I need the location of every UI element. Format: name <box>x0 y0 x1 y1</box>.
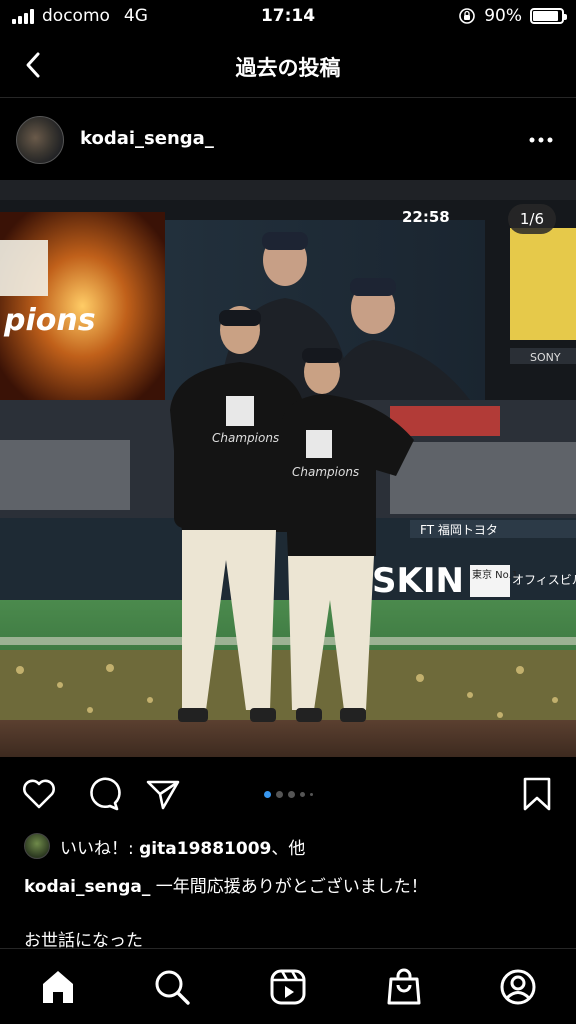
battery-percent: 90% <box>484 6 522 26</box>
post-username[interactable]: kodai_senga_ <box>80 128 214 149</box>
ellipsis-icon[interactable] <box>528 130 554 150</box>
page-title: 過去の投稿 <box>235 56 341 80</box>
post-photo[interactable]: pions 22:58 SONY FT 福岡トヨタ SKIN 東京 No.1 オ… <box>0 180 576 757</box>
svg-text:pions: pions <box>3 303 96 338</box>
likes-row[interactable]: いいね！: gita19881009、他 <box>24 830 305 862</box>
stadium-photo-image: pions 22:58 SONY FT 福岡トヨタ SKIN 東京 No.1 オ… <box>0 180 576 757</box>
carousel-dot <box>263 791 271 798</box>
post-header: kodai_senga_ <box>0 100 576 180</box>
caption-text: 一年間応援ありがとございました！ <box>150 877 428 897</box>
scoreboard-time: 22:58 <box>402 208 450 226</box>
svg-text:SKIN: SKIN <box>372 561 464 601</box>
caption: kodai_senga_ 一年間応援ありがとございました！ <box>24 872 428 897</box>
orientation-lock-icon <box>459 8 476 24</box>
likes-user[interactable]: gita19881009 <box>139 839 271 859</box>
carousel-dots <box>0 791 576 798</box>
bottom-nav <box>0 948 576 1024</box>
likes-prefix: いいね！: <box>60 838 140 859</box>
status-bar: docomo 4G 17:14 90% <box>0 0 576 34</box>
top-header: 過去の投稿 <box>0 34 576 98</box>
carousel-dot <box>309 793 313 796</box>
shopping-bag-icon[interactable] <box>384 967 424 1007</box>
profile-icon[interactable] <box>498 967 538 1007</box>
svg-text:FT 福岡トヨタ: FT 福岡トヨタ <box>420 522 498 537</box>
search-icon[interactable] <box>152 967 192 1007</box>
reels-icon[interactable] <box>268 967 308 1007</box>
post-actions <box>0 757 576 829</box>
avatar[interactable] <box>16 116 64 164</box>
likes-suffix: 、他 <box>271 838 306 859</box>
status-right: 90% <box>458 6 567 26</box>
svg-text:SONY: SONY <box>530 351 561 364</box>
svg-text:Champions: Champions <box>292 465 359 479</box>
liker-avatar <box>24 833 50 859</box>
battery-icon <box>530 8 567 24</box>
carousel-dot <box>275 791 283 798</box>
image-counter: 1/6 <box>507 204 556 234</box>
caption-username[interactable]: kodai_senga_ <box>24 877 150 897</box>
bookmark-icon[interactable] <box>518 775 556 813</box>
likes-text: いいね！: gita19881009、他 <box>60 834 305 859</box>
home-icon[interactable] <box>38 967 78 1007</box>
carousel-dot <box>287 791 295 798</box>
carousel-dot <box>299 792 305 797</box>
svg-text:オフィスビル 住友不: オフィスビル 住友不 <box>512 573 576 587</box>
svg-text:Champions: Champions <box>212 431 279 445</box>
